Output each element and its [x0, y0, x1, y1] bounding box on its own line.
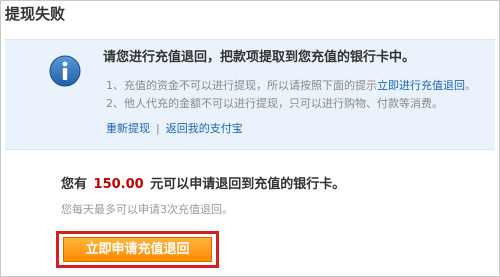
back-to-alipay-link[interactable]: 返回我的支付宝: [166, 122, 243, 135]
retry-withdraw-link[interactable]: 重新提现: [106, 122, 150, 135]
refund-now-link[interactable]: 立即进行充值退回: [377, 79, 465, 92]
page-frame: 提现失败 请您进行充值退回，把款项提取到您充值的银行卡中。 1、充值的资金不可以…: [0, 0, 500, 277]
refund-amount: 150.00: [93, 177, 144, 192]
info-line-1-text: 1、充值的资金不可以进行提现，所以请按照下面的提示: [106, 79, 377, 92]
amount-suffix: 元可以申请退回到充值的银行卡。: [150, 177, 346, 192]
daily-limit-note: 您每天最多可以申请3次充值退回。: [61, 203, 233, 216]
info-heading: 请您进行充值退回，把款项提取到您充值的银行卡中。: [103, 50, 416, 65]
refund-amount-line: 您有 150.00 元可以申请退回到充值的银行卡。: [61, 175, 345, 195]
info-line-2: 2、他人代充的金额不可以进行提现，只可以进行购物、付款等消费。: [106, 97, 443, 110]
highlight-outline: 立即申请充值退回: [56, 231, 219, 268]
page-title: 提现失败: [5, 5, 66, 23]
info-line-1: 1、充值的资金不可以进行提现，所以请按照下面的提示立即进行充值退回。: [106, 78, 476, 94]
link-separator: |: [156, 122, 160, 135]
info-links: 重新提现 | 返回我的支付宝: [106, 121, 243, 137]
apply-refund-button[interactable]: 立即申请充值退回: [63, 237, 212, 262]
amount-prefix: 您有: [61, 177, 88, 192]
info-line-1-suffix: 。: [465, 79, 476, 92]
info-panel: 请您进行充值退回，把款项提取到您充值的银行卡中。 1、充值的资金不可以进行提现，…: [5, 39, 495, 150]
info-icon: [49, 55, 81, 87]
